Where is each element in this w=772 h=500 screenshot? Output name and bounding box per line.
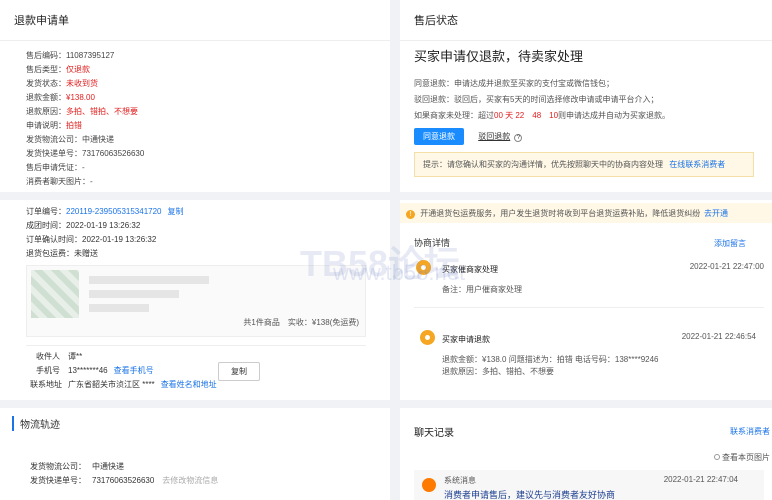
field-label: 售后申请凭证： [26,163,82,172]
field-label: 申请说明： [26,121,66,130]
refund-application-title: 退款申请单 [0,0,390,41]
add-message-link[interactable]: 添加留言 [714,238,746,249]
divider [400,192,772,200]
event-body-line: 退款金额：¥138.0 问题描述为：拍错 电话号码：138****9246 [442,355,659,364]
deal-time: 2022-01-19 13:26:32 [66,221,141,230]
agree-refund-button[interactable]: 同意退款 [414,128,464,145]
field-label: 消费者聊天图片： [26,177,90,186]
divider [400,400,772,408]
field-value: 73176063526630 [82,149,145,158]
receiver-info: 收件人 谭** 手机号 13*******46 查看手机号 联系地址 广东省韶关市浈江区… [26,345,366,393]
confirm-time: 2022-01-19 13:26:32 [82,235,157,244]
status-explanation: 同意退款：申请达成并退款至买家的支付宝或微信钱包； 驳回退款：驳回后，买家有5天… [414,76,670,124]
field-label: 发货快递单号： [26,149,82,158]
logistics-no-label: 发货快递单号： [30,476,86,485]
status-headline: 买家申请仅退款，待卖家处理 [414,49,584,64]
return-insurance: 未赠送 [74,249,98,258]
view-page-images-toggle[interactable]: 查看本页图片 [714,452,770,463]
countdown-prefix: 如果商家未处理：超过 [414,111,494,120]
chat-sender: 系统消息 [444,476,476,485]
chat-text: 消费者申请售后，建议先与消费者友好协商 [444,490,616,500]
order-no-label: 订单编号： [26,207,66,216]
insurance-banner: ! 开通退货包运费服务，用户发生退货时将收到平台退货运费补贴，降低退货纠纷 去开… [400,203,772,223]
product-price-blurred [89,304,149,312]
view-page-images-label: 查看本页图片 [722,453,770,462]
contact-consumer-chat-link[interactable]: 联系消费者 [730,426,770,437]
countdown-suffix: 则申请达成并自动为买家退款。 [558,111,671,120]
field-value: ¥138.00 [66,93,95,102]
status-actions: 同意退款 驳回退款 ? [414,128,523,145]
product-title-blurred [89,276,209,284]
address-value: 广东省韶关市浈江区 **** [68,380,155,389]
confirm-time-label: 订单确认时间： [26,235,82,244]
product-thumbnail [31,270,79,318]
tip-box: 提示：请您确认和买家的沟通详情，优先按照聊天中的协商内容处理 在线联系消费者 [414,152,754,177]
chat-message: 系统消息 2022-01-21 22:47:04 消费者申请售后，建议先与消费者… [414,470,764,500]
field-value: - [90,177,93,186]
contact-consumer-link[interactable]: 在线联系消费者 [669,160,725,169]
divider [0,400,390,408]
insurance-banner-text: 开通退货包运费服务，用户发生退货时将收到平台退货运费补贴，降低退货纠纷 [420,209,701,218]
help-icon[interactable]: ? [514,134,523,142]
field-label: 退款原因： [26,107,66,116]
logistics-title: 物流轨迹 [12,416,60,431]
field-value: 仅退款 [66,65,90,74]
modify-logistics-link[interactable]: 去修改物流信息 [162,474,218,488]
field-label: 售后编码： [26,51,66,60]
field-value: 未收到货 [66,79,98,88]
reject-refund-link[interactable]: 驳回退款 [478,132,510,141]
event-time: 2022-01-21 22:47:00 [689,262,764,271]
logistics-info: 发货物流公司： 中通快递 发货快递单号： 73176063526630 去修改物流信息 [30,460,218,488]
radio-icon[interactable] [714,454,720,460]
divider [0,192,390,200]
event-item: 买家催商家处理 2022-01-21 22:47:00 备注：用户催商家处理 [414,256,764,308]
watermark-url: www.tb58.net [333,260,466,285]
event-item: 买家申请退款 2022-01-21 22:46:54 退款金额：¥138.0 问… [414,328,764,388]
after-sale-status-title: 售后状态 [400,0,772,41]
deal-time-label: 成团时间： [26,221,66,230]
field-label: 退款金额： [26,93,66,102]
event-time: 2022-01-21 22:46:54 [681,332,756,341]
field-label: 发货物流公司： [26,135,82,144]
logistics-no: 73176063526630 [92,476,155,485]
field-label: 售后类型： [26,65,66,74]
field-label: 发货状态： [26,79,66,88]
order-no[interactable]: 220119-239505315341720 [66,205,162,219]
field-value: 11087395127 [66,51,115,60]
reject-explanation: 驳回退款：驳回后，买家有5天的时间选择修改申请或申请平台介入； [414,95,659,104]
view-address-link[interactable]: 查看姓名和地址 [161,378,217,392]
refund-fields: 售后编码： 11087395127 售后类型： 仅退款 发货状态： 未收到货 退款金额… [0,41,390,189]
field-value: - [82,163,85,172]
copy-order-no-button[interactable]: 复制 [168,205,184,219]
field-value: 中通快递 [82,135,114,144]
countdown-line: 如果商家未处理：超过00 天 22 48 10则申请达成并自动为买家退款。 [414,108,670,124]
warning-icon: ! [406,210,415,219]
phone-label: 手机号 [36,366,60,375]
view-phone-link[interactable]: 查看手机号 [114,364,154,378]
order-info: 订单编号： 220119-239505315341720 复制 成团时间： 2022-… [26,205,184,261]
phone-value: 13*******46 [68,366,108,375]
chat-time: 2022-01-21 22:47:04 [663,475,738,484]
address-label: 联系地址 [30,380,62,389]
logistics-company: 中通快递 [92,462,124,471]
enable-insurance-link[interactable]: 去开通 [704,208,728,219]
agree-explanation: 同意退款：申请达成并退款至买家的支付宝或微信钱包； [414,79,614,88]
logistics-company-label: 发货物流公司： [30,462,86,471]
countdown-timer: 00 天 22 48 10 [494,111,559,120]
return-insurance-label: 退货包运费： [26,249,74,258]
tip-text: 提示：请您确认和买家的沟通详情，优先按照聊天中的协商内容处理 [423,160,663,169]
receiver-label: 收件人 [36,352,60,361]
product-spec-blurred [89,290,179,298]
chat-title: 聊天记录 [414,428,454,439]
receiver-name: 谭** [68,352,83,361]
goods-summary: 共1件商品 实收：¥138(免运费) [243,318,359,327]
copy-address-button[interactable]: 复制 [218,362,260,381]
system-icon [422,478,436,492]
field-value: 多拍、错拍、不想要 [66,107,138,116]
user-avatar [420,330,435,345]
event-title: 买家申请退款 [442,335,490,344]
event-body-line: 退款原因：多拍、错拍、不想要 [442,367,554,376]
field-value: 拍错 [66,121,82,130]
